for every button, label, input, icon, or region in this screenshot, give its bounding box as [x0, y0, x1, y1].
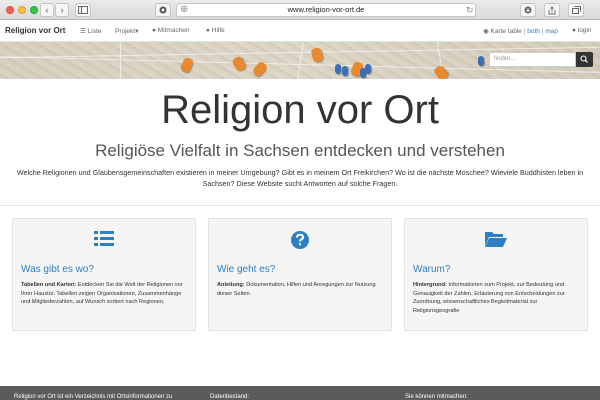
divider — [0, 205, 600, 206]
minimize-window-button[interactable] — [18, 6, 26, 14]
user-icon: ● — [152, 27, 156, 34]
map-pin — [231, 55, 247, 73]
view-switch-label[interactable]: Karte table — [490, 28, 521, 35]
forward-button[interactable]: › — [55, 3, 69, 17]
search-button[interactable] — [576, 52, 593, 67]
reload-icon[interactable]: ↻ — [466, 4, 474, 16]
card-wie-geht-es: Wie geht es? Anleitung: Dokumentation, H… — [208, 218, 392, 331]
list-icon: ☰ — [80, 28, 86, 35]
site-navbar: Religion vor Ort ☰ Liste Projekt▾ ● Mitm… — [0, 20, 600, 42]
map-pin — [342, 66, 348, 76]
card-title[interactable]: Wie geht es? — [217, 264, 275, 275]
card-text: Anleitung: Dokumentation, Hilfen und Anr… — [217, 281, 387, 298]
help-icon: ● — [206, 27, 210, 34]
card-was-gibt-es-wo: Was gibt es wo? Tabellen und Karten: Ent… — [12, 218, 196, 331]
nav-item-label: Hilfe — [211, 27, 225, 34]
zoom-window-button[interactable] — [30, 6, 38, 14]
tabs-icon[interactable] — [568, 3, 584, 17]
question-icon — [209, 230, 391, 255]
page-subtitle: Religiöse Vielfalt in Sachsen entdecken … — [95, 141, 505, 160]
card-lead: Tabellen und Karten: — [21, 282, 77, 288]
share-icon[interactable] — [544, 3, 560, 17]
search-icon — [580, 55, 588, 63]
nav-item-hilfe[interactable]: ● Hilfe — [206, 27, 225, 34]
map-pin — [335, 64, 341, 74]
site-footer: Religion vor Ort ist ein Verzeichnis mit… — [0, 386, 600, 400]
view-separator: | — [523, 28, 526, 35]
browser-toolbar: ‹ › www.religion-vor-ort.de ⊕ ↻ — [0, 0, 600, 20]
view-both-link[interactable]: both — [527, 28, 540, 35]
view-map-link[interactable]: map — [545, 28, 558, 35]
login-link[interactable]: ● login — [572, 27, 591, 34]
map-pin — [310, 46, 324, 64]
nav-item-projekt[interactable]: Projekt▾ — [115, 27, 139, 35]
download-icon[interactable] — [520, 3, 536, 17]
site-brand[interactable]: Religion vor Ort — [5, 26, 65, 35]
page-title: Religion vor Ort — [161, 88, 439, 132]
intro-text: Welche Religionen und Glaubensgemeinscha… — [16, 168, 584, 188]
folder-open-icon — [405, 230, 587, 253]
card-text: Tabellen und Karten: Entdecken Sie die W… — [21, 281, 191, 307]
nav-item-label: Liste — [87, 28, 102, 35]
view-switch: ◉ Karte table | both | map — [483, 27, 558, 35]
nav-item-label: Projekt▾ — [115, 28, 139, 35]
map-pin — [478, 56, 484, 66]
footer-participate-heading: Sie können mitmachen: — [405, 394, 468, 400]
nav-item-mitmachen[interactable]: ● Mitmachen — [152, 27, 190, 34]
map-pin — [179, 56, 195, 74]
list-icon — [13, 230, 195, 253]
url-text: www.religion-vor-ort.de — [287, 5, 365, 14]
footer-data-heading: Datenbestand: — [210, 394, 250, 400]
nav-item-label: Mitmachen — [157, 27, 190, 34]
search-input[interactable]: finden... — [489, 52, 576, 67]
view-separator: | — [541, 28, 544, 35]
card-lead: Anleitung: — [217, 282, 245, 288]
back-button[interactable]: ‹ — [40, 3, 54, 17]
nav-item-liste[interactable]: ☰ Liste — [80, 27, 101, 35]
card-warum: Warum? Hintergrund: Informationen zum Pr… — [404, 218, 588, 331]
card-title[interactable]: Warum? — [413, 264, 450, 275]
card-lead: Hintergrund: — [413, 282, 447, 288]
card-title[interactable]: Was gibt es wo? — [21, 264, 94, 275]
sidebar-toggle-icon[interactable] — [75, 3, 91, 17]
address-plus-icon[interactable]: ⊕ — [180, 4, 188, 16]
footer-intro: Religion vor Ort ist ein Verzeichnis mit… — [14, 394, 173, 400]
close-window-button[interactable] — [6, 6, 14, 14]
card-text: Hintergrund: Informationen zum Projekt, … — [413, 281, 583, 315]
privacy-icon[interactable] — [155, 3, 171, 17]
login-label: login — [577, 27, 592, 34]
map-pin — [365, 64, 371, 74]
globe-icon: ◉ — [483, 28, 489, 35]
address-bar[interactable]: www.religion-vor-ort.de — [176, 3, 476, 17]
user-icon: ● — [572, 27, 576, 34]
